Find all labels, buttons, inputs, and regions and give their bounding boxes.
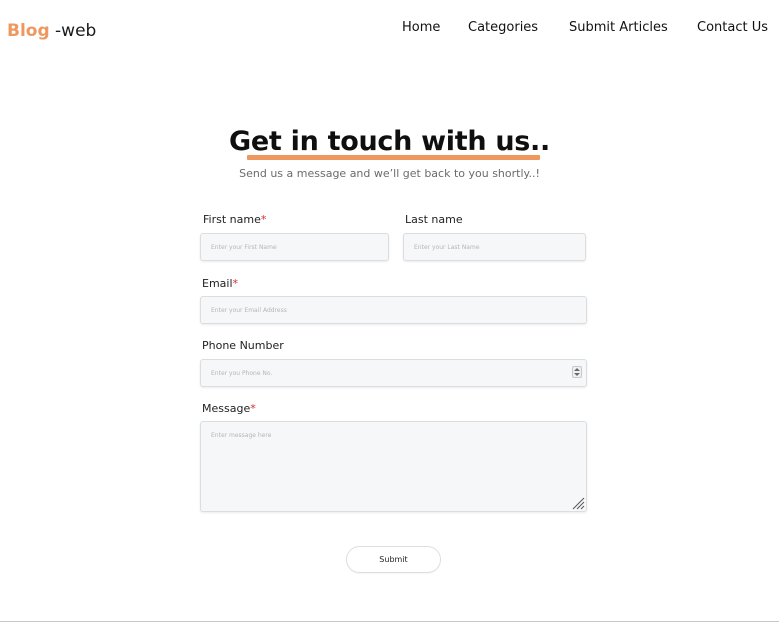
first-name-input[interactable]: [200, 233, 389, 261]
message-label: Message*: [202, 402, 256, 416]
email-label-text: Email: [202, 277, 233, 290]
spinner-arrows-icon[interactable]: [572, 366, 582, 378]
phone-label-text: Phone Number: [202, 339, 284, 352]
heading-wrap: Get in touch with us..: [0, 124, 779, 160]
phone-input[interactable]: [200, 359, 587, 387]
nav-link-categories[interactable]: Categories: [468, 19, 538, 37]
email-input[interactable]: [200, 296, 587, 324]
phone-label: Phone Number: [202, 339, 284, 353]
email-label: Email*: [202, 277, 238, 291]
spinner-arrows-svg: [574, 368, 580, 376]
page-title: Get in touch with us..: [229, 126, 550, 157]
required-asterisk: *: [260, 213, 267, 226]
required-asterisk: *: [250, 402, 256, 415]
last-name-input[interactable]: [403, 233, 586, 261]
submit-button[interactable]: Submit: [346, 546, 441, 573]
footer-divider: [0, 621, 779, 622]
first-name-label: First name*: [203, 213, 266, 227]
contact-page: Blog -web Home Categories Submit Article…: [0, 0, 779, 634]
message-textarea[interactable]: [200, 421, 587, 512]
message-label-text: Message: [202, 402, 251, 415]
nav-link-contact-us[interactable]: Contact Us: [697, 19, 768, 37]
last-name-label: Last name: [405, 213, 463, 227]
resize-grip-icon[interactable]: [572, 497, 585, 510]
page-subtitle: Send us a message and we’ll get back to …: [239, 167, 540, 180]
main-nav: Home Categories Submit Articles Contact …: [0, 19, 779, 39]
nav-link-home[interactable]: Home: [402, 19, 440, 37]
last-name-label-text: Last name: [405, 213, 463, 226]
required-asterisk: *: [232, 277, 239, 290]
first-name-label-text: First name: [203, 213, 261, 226]
nav-link-submit-articles[interactable]: Submit Articles: [569, 19, 668, 37]
